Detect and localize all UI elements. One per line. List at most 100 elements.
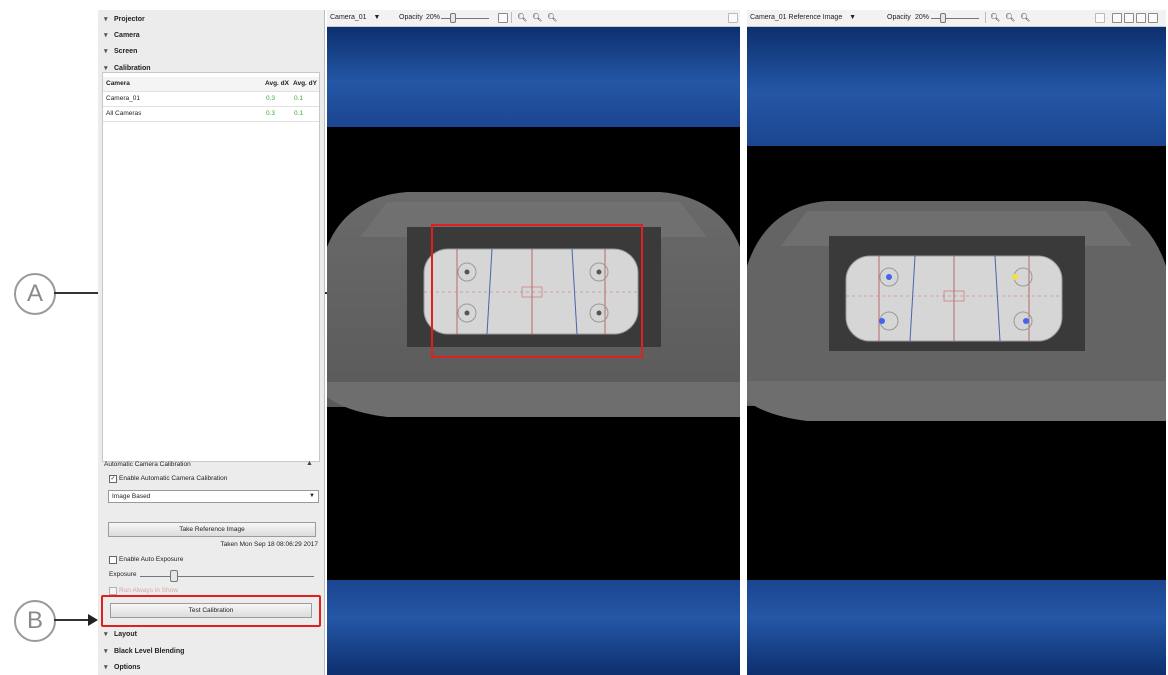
section-label: Options [114,664,141,671]
cell-camera: Camera_01 [106,95,140,102]
camera-selector-value: Camera_01 [330,14,367,21]
camera-viewport[interactable]: Camera_01 ▼ Opacity 20% 🔍︎ 🔍︎ 🔍︎ [327,10,740,675]
table-row[interactable]: Camera_01 0.3 0.1 [103,92,319,107]
camera-selector-value: Camera_01 Reference Image [750,14,843,21]
expand-arrow-icon: ▾ [104,32,108,39]
section-label: Camera [114,32,140,39]
enable-auto-exposure-checkbox[interactable] [109,556,117,564]
sky-top [747,27,1166,146]
exposure-label: Exposure [109,571,137,578]
enable-auto-calibration-checkbox[interactable]: ✓ [109,475,117,483]
hidden-option-checkbox[interactable] [109,587,117,595]
callout-b: B [14,600,56,642]
reference-image-viewport[interactable]: Camera_01 Reference Image ▼ Opacity 20% … [747,10,1166,675]
snapshot-icon[interactable] [498,13,508,23]
sky-top [327,27,740,127]
auto-calibration-title: Automatic Camera Calibration [104,461,191,468]
test-calibration-button[interactable]: Test Calibration [110,603,312,618]
section-screen[interactable]: ▾ Screen [104,47,137,55]
cell-dy: 0.1 [294,95,304,102]
layout-split-icon[interactable] [1124,13,1134,23]
button-label: Test Calibration [188,607,234,614]
opacity-slider-handle[interactable] [450,13,456,23]
settings-icon[interactable] [728,13,738,23]
zoom-out-icon[interactable]: 🔍︎ [1020,10,1030,26]
callout-a: A [14,273,56,315]
section-camera[interactable]: ▾ Camera [104,31,140,39]
viewport-toolbar: Camera_01 ▼ Opacity 20% 🔍︎ 🔍︎ 🔍︎ [327,10,740,27]
take-reference-image-button[interactable]: Take Reference Image [108,522,316,537]
callout-b-arrowhead [88,614,98,626]
expand-arrow-icon: ▾ [104,664,108,671]
section-label: Screen [114,48,138,55]
zoom-in-icon[interactable]: 🔍︎ [532,10,542,26]
cell-dy: 0.1 [294,110,304,117]
reference-taken-timestamp: Taken Mon Sep 18 08:06:29 2017 [220,541,318,548]
toolbar-divider [511,12,512,23]
select-value: Image Based [112,493,151,500]
exposure-slider-track[interactable] [140,576,314,577]
section-label: Black Level Blending [114,648,185,655]
detection-highlight [431,224,643,358]
enable-auto-exposure-label: Enable Auto Exposure [119,556,184,563]
zoom-in-icon[interactable]: 🔍︎ [1005,10,1015,26]
arena-front-wall [747,381,1166,421]
arena-front-wall [327,382,740,417]
section-label: Projector [114,16,145,23]
hidden-option-label: Run Always in Show [119,587,178,594]
collapse-up-icon[interactable]: ▲ [306,460,313,467]
opacity-value: 20% [426,14,441,21]
callout-b-line [54,619,90,621]
layout-single-icon[interactable] [1112,13,1122,23]
expand-arrow-icon: ▾ [104,631,108,638]
exposure-slider-handle[interactable] [170,570,178,582]
camera-selector[interactable]: Camera_01 Reference Image ▼ [750,10,856,26]
section-options[interactable]: ▾ Options [104,663,140,671]
expand-arrow-icon: ▾ [104,16,108,23]
layout-quad-icon[interactable] [1136,13,1146,23]
cell-dx: 0.3 [266,95,276,102]
section-label: Calibration [114,65,151,72]
cell-dx: 0.3 [266,110,276,117]
table-row[interactable]: All Cameras 0.3 0.1 [103,107,319,122]
settings-icon[interactable] [1095,13,1105,23]
reference-marker-blue [879,318,885,324]
reference-marker-blue [886,274,892,280]
column-header-dy: Avg. dY [293,80,317,87]
section-projector[interactable]: ▾ Projector [104,15,145,23]
calibration-table: Camera Avg. dX Avg. dY Camera_01 0.3 0.1… [102,72,320,462]
section-calibration[interactable]: ▾ Calibration [104,64,151,72]
expand-arrow-icon: ▾ [104,648,108,655]
opacity-slider-track[interactable] [441,18,489,19]
dropdown-arrow-icon: ▼ [849,14,857,21]
sky-bottom [747,580,1166,675]
opacity-slider-handle[interactable] [940,13,946,23]
arena-reference-render [747,201,1166,421]
cell-camera: All Cameras [106,110,142,117]
column-header-dx: Avg. dX [265,80,289,87]
section-black-level-blending[interactable]: ▾ Black Level Blending [104,647,184,655]
enable-auto-calibration-label: Enable Automatic Camera Calibration [119,475,228,482]
opacity-value: 20% [915,14,930,21]
button-label: Take Reference Image [179,526,245,533]
properties-panel: ▾ Projector ▾ Camera ▾ Screen ▾ Calibration … [98,10,325,675]
calibration-mode-select[interactable]: Image Based ▼ [108,490,319,503]
expand-arrow-icon: ▾ [104,48,108,55]
zoom-out-icon[interactable]: 🔍︎ [547,10,557,26]
section-layout[interactable]: ▾ Layout [104,630,137,638]
camera-selector[interactable]: Camera_01 ▼ [330,10,380,26]
zoom-icon[interactable]: 🔍︎ [517,10,527,26]
dropdown-arrow-icon: ▼ [309,493,315,499]
viewport-toolbar: Camera_01 Reference Image ▼ Opacity 20% … [747,10,1166,27]
table-header: Camera Avg. dX Avg. dY [103,77,319,92]
sky-bottom [327,580,740,675]
opacity-label: Opacity [887,14,911,21]
opacity-label: Opacity [399,14,423,21]
opacity-slider-track[interactable] [931,18,979,19]
layout-grid-icon[interactable] [1148,13,1158,23]
dropdown-arrow-icon: ▼ [373,14,381,21]
zoom-icon[interactable]: 🔍︎ [990,10,1000,26]
section-label: Layout [114,631,137,638]
reference-marker-yellow [1012,274,1018,280]
column-header-camera: Camera [106,80,130,87]
